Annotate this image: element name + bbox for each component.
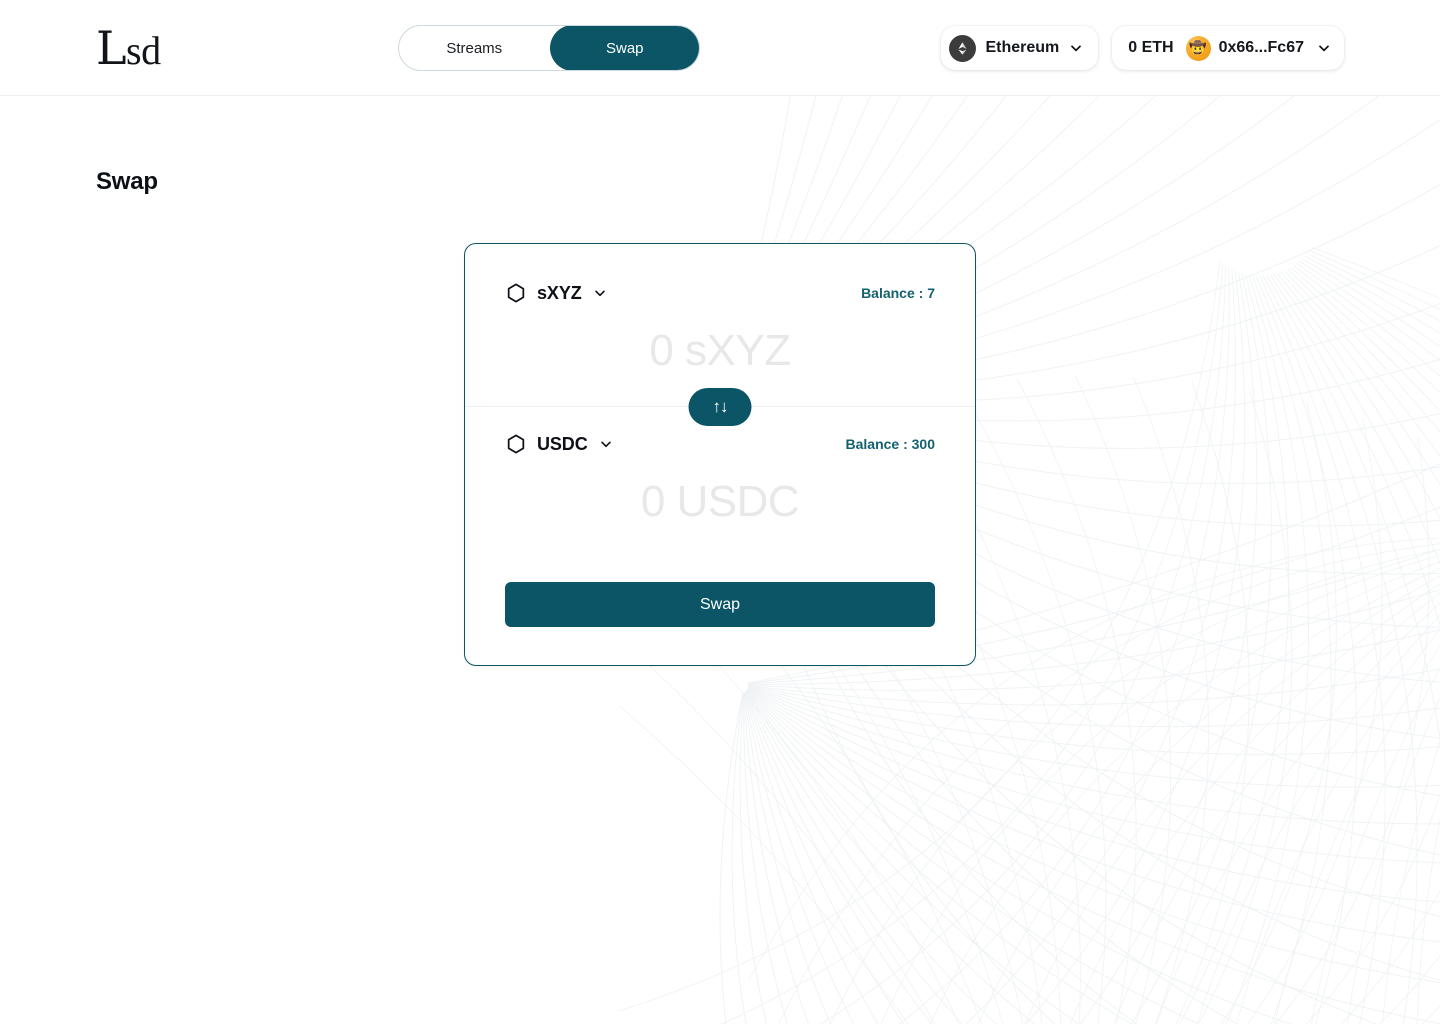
tab-swap[interactable]: Swap (549, 26, 699, 70)
main-nav-toggle[interactable]: Streams Swap (398, 25, 700, 71)
to-token-symbol: USDC (537, 433, 588, 454)
to-token-selector[interactable]: USDC (505, 433, 614, 455)
hexagon-icon (507, 283, 525, 303)
tab-streams[interactable]: Streams (399, 26, 550, 70)
swap-to-section: USDC Balance : 300 (465, 407, 975, 567)
chain-name-label: Ethereum (985, 39, 1060, 56)
brand-logo[interactable]: Lsd (96, 25, 161, 71)
wallet-address-label: 0x66...Fc67 (1218, 39, 1304, 56)
swap-divider: ↑↓ (465, 387, 975, 426)
wallet-account-button[interactable]: 0 ETH 🤠 0x66...Fc67 (1112, 26, 1344, 70)
brand-logo-rest: sd (126, 27, 161, 73)
swap-card: sXYZ Balance : 7 ↑↓ (464, 243, 976, 666)
chevron-down-icon (600, 441, 611, 448)
from-token-symbol: sXYZ (537, 282, 582, 303)
hexagon-icon (507, 434, 525, 454)
to-balance-label: Balance : 300 (845, 436, 936, 452)
swap-direction-button[interactable]: ↑↓ (688, 387, 752, 426)
chain-selector-button[interactable]: Ethereum (941, 26, 1099, 70)
swap-card-wrapper: sXYZ Balance : 7 ↑↓ (0, 243, 1440, 666)
chevron-down-icon (1071, 45, 1082, 52)
ethereum-icon (949, 34, 977, 62)
chevron-down-icon (594, 290, 605, 297)
app-header: Lsd Streams Swap Ethereum 0 ETH 🤠 0x66..… (0, 0, 1440, 96)
page-title: Swap (96, 168, 158, 195)
from-balance-label: Balance : 7 (861, 285, 935, 301)
wallet-account-inner: 🤠 0x66...Fc67 (1185, 33, 1304, 63)
from-token-selector[interactable]: sXYZ (505, 282, 608, 304)
swap-card-footer: Swap (465, 567, 975, 665)
swap-from-section: sXYZ Balance : 7 (465, 244, 975, 406)
swap-from-header: sXYZ Balance : 7 (505, 282, 935, 304)
chevron-down-icon (1319, 45, 1329, 52)
avatar: 🤠 (1185, 35, 1211, 61)
app-root: Lsd Streams Swap Ethereum 0 ETH 🤠 0x66..… (0, 0, 1440, 1024)
main-content: Swap (0, 168, 1440, 196)
wallet-balance-label: 0 ETH (1128, 39, 1174, 56)
to-amount-input[interactable] (505, 477, 935, 557)
swap-to-header: USDC Balance : 300 (505, 433, 935, 455)
brand-logo-initial: L (96, 20, 127, 75)
wallet-zone: Ethereum 0 ETH 🤠 0x66...Fc67 (941, 26, 1344, 70)
swap-submit-button[interactable]: Swap (505, 582, 935, 627)
